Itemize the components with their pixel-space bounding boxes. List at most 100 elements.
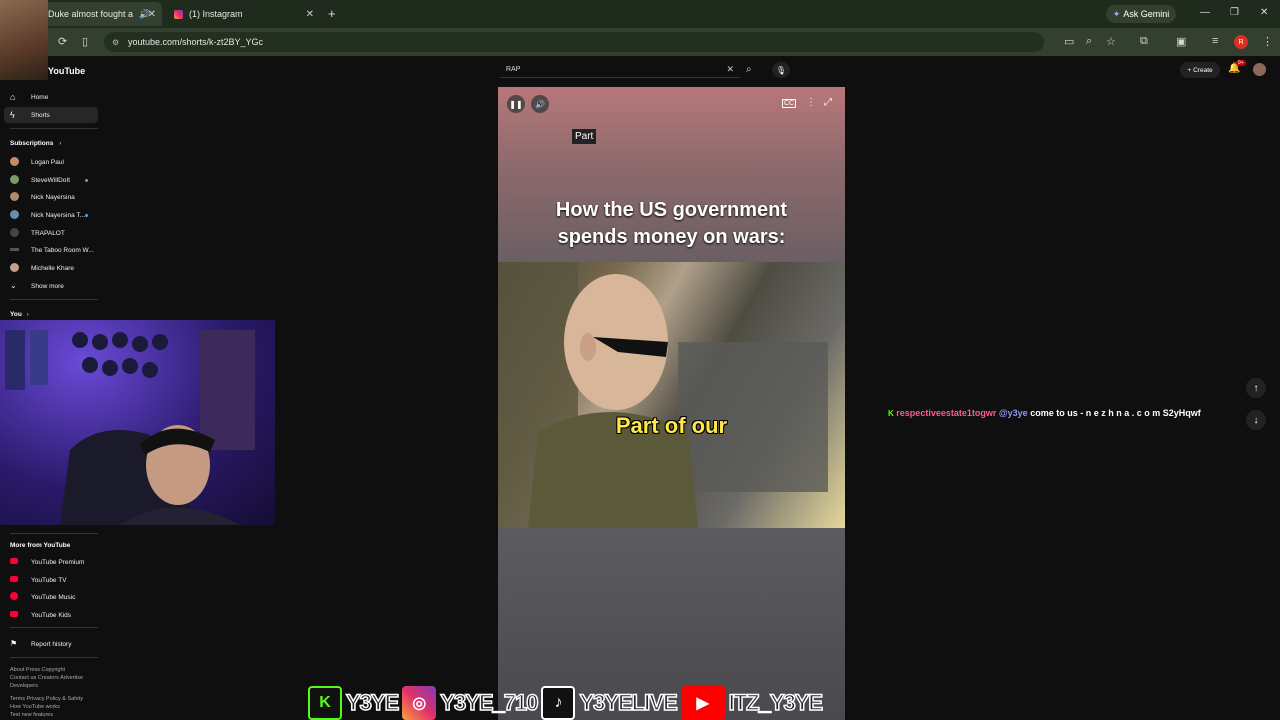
subscription-item[interactable]: The Taboo Room W... — [0, 242, 100, 258]
more-from-youtube-header: More from YouTube — [10, 542, 71, 549]
captions-icon[interactable]: CC — [782, 99, 797, 108]
streamer-webcam — [0, 320, 275, 525]
tab-search-icon[interactable]: ▣ — [1176, 35, 1186, 48]
sidepanel-icon[interactable]: ▯ — [82, 35, 88, 48]
address-bar[interactable]: ⚙ youtube.com/shorts/k-zt2BY_YGc — [104, 32, 1044, 52]
downloads-icon[interactable]: ≡ — [1212, 35, 1218, 47]
sidebar-label: YouTube Premium — [31, 558, 85, 566]
previous-short-button[interactable]: ↑ — [1246, 378, 1266, 398]
instagram-handle: Y3YE_710 — [440, 689, 540, 716]
sidebar-item-youtube-premium[interactable]: YouTube Premium — [0, 554, 100, 570]
sidebar-label: YouTube Music — [31, 593, 76, 601]
notification-count-badge: 9+ — [1236, 60, 1246, 66]
search-input[interactable]: RAP ✕ — [500, 62, 740, 78]
footer-links-4[interactable]: Terms Privacy Policy & Safety — [10, 695, 83, 703]
sidebar-item-shorts[interactable]: ϟ Shorts — [4, 107, 98, 123]
channel-name: Michelle Khare — [31, 264, 74, 272]
footer-links-3[interactable]: Developers — [10, 682, 38, 690]
channel-name: Nick Nayersina T... — [31, 211, 86, 219]
gemini-icon: ✦ — [1112, 8, 1121, 19]
sidebar-label: YouTube TV — [31, 576, 67, 584]
site-info-icon[interactable]: ⚙ — [112, 38, 119, 47]
youtube-logo[interactable]: YouTube — [48, 66, 85, 76]
cast-icon[interactable]: ▭ — [1064, 35, 1074, 48]
subscription-item[interactable]: Michelle Khare — [0, 260, 100, 276]
subscription-item[interactable]: SteveWillDoIt — [0, 172, 100, 188]
volume-button[interactable]: 🔊 — [531, 95, 549, 113]
chat-mention: @y3ye — [998, 408, 1028, 418]
extensions-icon[interactable]: ⧉ — [1140, 35, 1148, 48]
channel-name: SteveWillDoIt — [31, 176, 71, 184]
divider — [10, 128, 98, 129]
show-more-button[interactable]: ⌄ Show more — [0, 278, 100, 294]
clear-search-icon[interactable]: ✕ — [726, 64, 734, 75]
sidebar-item-report-history[interactable]: ⚑ Report history — [0, 636, 100, 652]
footer-links-5[interactable]: How YouTube works — [10, 703, 60, 711]
new-tab-button[interactable]: + — [328, 6, 336, 21]
headline-line: How the US government — [555, 199, 788, 221]
youtube-music-icon — [10, 592, 18, 600]
tiktok-handle: Y3YELIVE — [579, 689, 679, 716]
sidebar-item-youtube-tv[interactable]: YouTube TV — [0, 572, 100, 588]
subscription-item[interactable]: Logan Paul — [0, 154, 100, 170]
subscription-item[interactable]: Nick Nayersina — [0, 189, 100, 205]
plus-icon: + — [1187, 66, 1192, 74]
home-icon: ⌂ — [10, 92, 16, 102]
reload-icon[interactable]: ⟳ — [58, 35, 67, 48]
channel-name: Nick Nayersina — [31, 193, 75, 201]
subscription-item[interactable]: TRAPALOT — [0, 225, 100, 241]
new-content-dot — [85, 213, 88, 217]
shorts-player[interactable]: Part How the US government spends money … — [498, 87, 845, 720]
tab-duke[interactable]: Duke almost fought a 🔊 ✕ — [40, 2, 162, 26]
volume-icon: 🔊 — [535, 99, 545, 109]
close-tab-icon[interactable]: ✕ — [148, 9, 156, 20]
channel-name: TRAPALOT — [31, 229, 65, 237]
minimize-icon[interactable]: — — [1200, 7, 1210, 18]
sidebar-label: YouTube Kids — [31, 611, 71, 619]
more-options-icon[interactable]: ⋮ — [806, 97, 816, 108]
chevron-right-icon: › — [26, 311, 29, 318]
sidebar-item-home[interactable]: ⌂ Home — [0, 89, 100, 105]
webcam-scene-illustration — [5, 330, 255, 525]
restore-icon[interactable]: ❐ — [1230, 7, 1239, 18]
profile-avatar[interactable]: R — [1234, 35, 1248, 49]
pause-button[interactable]: ❚❚ — [507, 95, 525, 113]
channel-avatar — [10, 210, 19, 219]
soldier-video-scene — [498, 262, 828, 528]
tab-instagram[interactable]: (1) Instagram ✕ — [166, 2, 320, 26]
chevron-down-icon: ⌄ — [10, 281, 17, 290]
create-button[interactable]: + Create — [1180, 62, 1220, 78]
kick-handle: Y3YE — [345, 689, 400, 716]
search-icon[interactable]: ⌕ — [746, 64, 752, 75]
menu-kebab-icon[interactable]: ⋮ — [1262, 35, 1273, 48]
youtube-icon: ▶ — [680, 686, 725, 720]
video-caption: Part of our — [615, 413, 728, 438]
search-value: RAP — [506, 66, 521, 73]
section-title: Subscriptions — [10, 140, 54, 147]
footer-links-6[interactable]: Test new features — [10, 711, 53, 719]
zoom-icon[interactable]: ⌕ — [1086, 35, 1092, 48]
sidebar-label: Shorts — [31, 111, 50, 119]
sidebar-item-youtube-kids[interactable]: YouTube Kids — [0, 607, 100, 623]
you-header[interactable]: You › — [10, 311, 29, 318]
kick-icon: K — [308, 686, 342, 720]
close-tab-icon[interactable]: ✕ — [306, 9, 314, 20]
bookmark-star-icon[interactable]: ☆ — [1106, 35, 1116, 48]
fullscreen-icon[interactable]: ⤢ — [824, 97, 832, 108]
channel-avatar — [10, 192, 19, 201]
account-avatar[interactable] — [1253, 63, 1266, 76]
footer-links-2[interactable]: Contact us Creators Advertise — [10, 674, 83, 682]
channel-avatar — [10, 228, 19, 237]
subscriptions-header[interactable]: Subscriptions › — [10, 140, 61, 147]
subscription-item[interactable]: Nick Nayersina T... — [0, 207, 100, 223]
channel-avatar — [10, 157, 19, 166]
ask-gemini-button[interactable]: ✦ Ask Gemini — [1106, 5, 1176, 23]
close-window-icon[interactable]: ✕ — [1260, 7, 1268, 18]
social-handles-overlay: K Y3YE ◎ Y3YE_710 ♪ Y3YELIVE ▶ ITZ_Y3YE — [308, 686, 860, 720]
divider — [10, 627, 98, 628]
sidebar-item-youtube-music[interactable]: YouTube Music — [0, 589, 100, 605]
footer-links-1[interactable]: About Press Copyright — [10, 666, 65, 674]
chat-text: come to us - n e z h n a . c o m S2yHqwf — [1030, 408, 1201, 418]
next-short-button[interactable]: ↓ — [1246, 410, 1266, 430]
mic-icon[interactable]: 🎙 — [772, 62, 790, 78]
